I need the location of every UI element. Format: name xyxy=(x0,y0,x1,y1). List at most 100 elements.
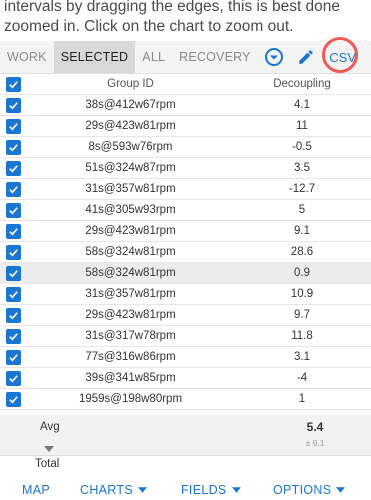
check-icon xyxy=(9,332,18,340)
row-checkbox[interactable] xyxy=(6,328,21,344)
tab-selected[interactable]: SELECTED xyxy=(53,41,136,73)
table-row[interactable]: 51s@324w87rpm 3.5 xyxy=(0,158,371,179)
decoupling-cell: -12.7 xyxy=(288,183,316,195)
check-icon xyxy=(9,353,18,361)
decoupling-cell: 0.9 xyxy=(294,267,310,279)
table-row[interactable]: 41s@305w93rpm 5 xyxy=(0,200,371,221)
table-row[interactable]: 31s@317w78rpm 11.8 xyxy=(0,326,371,347)
tab-recovery[interactable]: RECOVERY xyxy=(172,41,258,73)
group-id-cell: 29s@423w81rpm xyxy=(85,225,176,237)
nav-charts-label: CHARTS xyxy=(80,483,133,497)
nav-map[interactable]: MAP xyxy=(22,483,50,497)
column-header-decoupling[interactable]: Decoupling xyxy=(233,78,371,90)
decoupling-cell: 9.1 xyxy=(294,225,310,237)
table-row[interactable]: 31s@357w81rpm 10.9 xyxy=(0,284,371,305)
row-checkbox[interactable] xyxy=(6,391,21,407)
table-header: Group ID Decoupling xyxy=(0,74,371,95)
check-icon xyxy=(9,143,18,151)
pencil-icon[interactable] xyxy=(290,41,322,73)
group-id-cell: 51s@324w87rpm xyxy=(85,162,176,174)
row-checkbox[interactable] xyxy=(6,349,21,365)
table-row[interactable]: 8s@593w76rpm -0.5 xyxy=(0,137,371,158)
table-row[interactable]: 29s@423w81rpm 11 xyxy=(0,116,371,137)
group-id-cell: 39s@341w85rpm xyxy=(85,372,176,384)
intro-paragraph: intervals by dragging the edges, this is… xyxy=(4,0,341,35)
nav-options[interactable]: OPTIONS xyxy=(273,483,346,497)
table-row[interactable]: 29s@423w81rpm 9.7 xyxy=(0,305,371,326)
row-checkbox[interactable] xyxy=(6,223,21,239)
table-row[interactable]: 29s@423w81rpm 9.1 xyxy=(0,221,371,242)
avg-value: 5.4 xyxy=(306,420,324,434)
group-id-cell: 29s@423w81rpm xyxy=(85,309,176,321)
decoupling-cell: 11 xyxy=(296,120,308,132)
check-icon xyxy=(9,290,18,298)
group-id-cell: 58s@324w81rpm xyxy=(85,246,176,258)
table-row[interactable]: 31s@357w81rpm -12.7 xyxy=(0,179,371,200)
row-checkbox[interactable] xyxy=(6,286,21,302)
nav-map-label: MAP xyxy=(22,483,50,497)
decoupling-cell: 3.1 xyxy=(294,351,310,363)
decoupling-cell: 3.5 xyxy=(294,162,310,174)
group-id-cell: 31s@357w81rpm xyxy=(85,288,176,300)
avg-std-dev: ± 9.1 xyxy=(305,438,325,448)
total-label: Total xyxy=(35,458,60,470)
decoupling-cell: 28.6 xyxy=(290,246,314,258)
csv-export-button[interactable]: CSV xyxy=(321,37,364,73)
chevron-down-circle-icon[interactable] xyxy=(258,41,290,73)
check-icon xyxy=(9,311,18,319)
tab-all[interactable]: ALL xyxy=(135,41,172,73)
row-checkbox[interactable] xyxy=(6,118,21,134)
decoupling-cell: 11.8 xyxy=(291,330,313,342)
interval-toolbar: WORK SELECTED ALL RECOVERY CSV xyxy=(0,37,371,74)
nav-charts[interactable]: CHARTS xyxy=(80,483,147,497)
group-id-cell: 38s@412w67rpm xyxy=(85,99,176,111)
row-checkbox[interactable] xyxy=(6,307,21,323)
intro-text: intervals by dragging the edges, this is… xyxy=(0,0,371,40)
group-id-cell: 29s@423w81rpm xyxy=(85,120,176,132)
caret-down-icon xyxy=(336,487,346,493)
caret-down-icon xyxy=(137,487,147,493)
group-id-cell: 31s@357w81rpm xyxy=(85,183,176,195)
check-icon xyxy=(9,227,18,235)
nav-fields[interactable]: FIELDS xyxy=(181,483,241,497)
table-row[interactable]: 39s@341w85rpm -4 xyxy=(0,368,371,389)
nav-fields-label: FIELDS xyxy=(181,483,227,497)
table-row[interactable]: 38s@412w67rpm 4.1 xyxy=(0,95,371,116)
group-id-cell: 31s@317w78rpm xyxy=(85,330,176,342)
check-icon xyxy=(9,374,18,382)
caret-down-icon[interactable] xyxy=(44,439,54,457)
row-checkbox[interactable] xyxy=(6,160,21,176)
check-icon xyxy=(9,395,18,403)
decoupling-cell: -4 xyxy=(296,372,308,384)
row-checkbox[interactable] xyxy=(6,370,21,386)
check-icon xyxy=(9,122,18,130)
row-checkbox[interactable] xyxy=(6,97,21,113)
intervals-table: Group ID Decoupling 38s@412w67rpm 4.1 29s@… xyxy=(0,74,371,410)
decoupling-cell: 9.7 xyxy=(294,309,310,321)
group-id-cell: 58s@324w81rpm xyxy=(85,267,176,279)
caret-down-icon xyxy=(231,487,241,493)
avg-label: Avg xyxy=(40,421,60,433)
tab-work[interactable]: WORK xyxy=(0,41,54,73)
row-checkbox[interactable] xyxy=(6,139,21,155)
decoupling-cell: 5 xyxy=(298,204,306,216)
table-row[interactable]: 58s@324w81rpm 0.9 xyxy=(0,263,371,284)
check-icon xyxy=(9,269,18,277)
column-header-group-id[interactable]: Group ID xyxy=(28,78,233,90)
row-checkbox[interactable] xyxy=(6,265,21,281)
row-checkbox[interactable] xyxy=(6,244,21,260)
table-row[interactable]: 1959s@198w80rpm 1 xyxy=(0,389,371,410)
group-id-cell: 8s@593w76rpm xyxy=(88,141,173,153)
row-checkbox[interactable] xyxy=(6,202,21,218)
select-all-checkbox[interactable] xyxy=(6,76,21,92)
decoupling-cell: -0.5 xyxy=(292,141,312,153)
row-checkbox[interactable] xyxy=(6,181,21,197)
decoupling-cell: 10.9 xyxy=(290,288,314,300)
check-icon xyxy=(9,248,18,256)
check-icon xyxy=(9,80,18,88)
table-row[interactable]: 58s@324w81rpm 28.6 xyxy=(0,242,371,263)
decoupling-cell: 4.1 xyxy=(294,99,310,111)
table-row[interactable]: 77s@316w86rpm 3.1 xyxy=(0,347,371,368)
bottom-nav: MAP CHARTS FIELDS OPTIONS xyxy=(0,480,371,500)
nav-options-label: OPTIONS xyxy=(273,483,332,497)
